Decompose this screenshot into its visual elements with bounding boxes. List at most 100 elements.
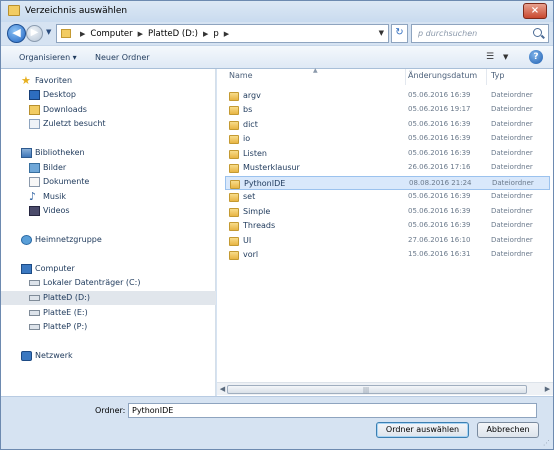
file-date: 05.06.2016 16:39 bbox=[408, 134, 471, 142]
nav-item-computer[interactable]: Computer bbox=[1, 262, 216, 276]
scroll-left-icon[interactable]: ◀ bbox=[218, 385, 227, 394]
select-folder-button[interactable]: Ordner auswählen bbox=[376, 422, 469, 438]
file-name: Simple bbox=[243, 207, 271, 216]
nav-item-drive-e[interactable]: PlatteE (E:) bbox=[1, 306, 216, 320]
file-type: Dateiordner bbox=[491, 221, 533, 229]
nav-label: Netzwerk bbox=[35, 351, 73, 360]
nav-label: Lokaler Datenträger (C:) bbox=[43, 278, 141, 287]
list-item[interactable]: UI 27.06.2016 16:10 Dateiordner bbox=[225, 234, 550, 248]
nav-item-downloads[interactable]: Downloads bbox=[1, 103, 216, 117]
window-title: Verzeichnis auswählen bbox=[25, 6, 128, 16]
file-type: Dateiordner bbox=[491, 91, 533, 99]
file-name: PythonIDE bbox=[244, 179, 286, 188]
file-date: 05.06.2016 16:39 bbox=[408, 120, 471, 128]
folder-name-field[interactable]: PythonIDE bbox=[128, 403, 537, 418]
nav-item-favorites[interactable]: ★ Favoriten bbox=[1, 74, 216, 88]
cancel-button[interactable]: Abbrechen bbox=[477, 422, 539, 438]
list-item[interactable]: argv 05.06.2016 16:39 Dateiordner bbox=[225, 89, 550, 103]
organize-button[interactable]: Organisieren ▾ bbox=[19, 53, 77, 62]
chevron-down-icon[interactable]: ▼ bbox=[503, 53, 508, 61]
chevron-right-icon[interactable]: ▶ bbox=[224, 29, 229, 40]
folder-icon bbox=[229, 92, 239, 101]
file-name: Threads bbox=[243, 221, 276, 230]
column-header-type[interactable]: Typ bbox=[491, 71, 504, 85]
new-folder-button[interactable]: Neuer Ordner bbox=[95, 53, 150, 62]
drive-icon bbox=[29, 324, 40, 330]
column-divider[interactable] bbox=[486, 69, 487, 85]
sort-ascending-icon: ▲ bbox=[313, 67, 318, 74]
breadcrumb-p[interactable]: p bbox=[213, 29, 218, 40]
nav-item-music[interactable]: ♪ Musik bbox=[1, 190, 216, 204]
list-item-selected[interactable]: PythonIDE 08.08.2016 21:24 Dateiordner bbox=[225, 176, 550, 190]
back-button[interactable]: ◀ bbox=[7, 24, 26, 43]
nav-label: PlatteP (P:) bbox=[43, 322, 88, 331]
file-name: io bbox=[243, 134, 251, 143]
drive-icon bbox=[29, 295, 40, 301]
search-icon[interactable] bbox=[533, 28, 542, 37]
file-date: 05.06.2016 19:17 bbox=[408, 105, 471, 113]
list-item[interactable]: io 05.06.2016 16:39 Dateiordner bbox=[225, 132, 550, 146]
nav-label: Downloads bbox=[43, 105, 87, 114]
nav-item-drive-p[interactable]: PlatteP (P:) bbox=[1, 320, 216, 334]
file-type: Dateiordner bbox=[491, 149, 533, 157]
folder-icon bbox=[229, 222, 239, 231]
nav-label: Videos bbox=[43, 206, 70, 215]
horizontal-scrollbar[interactable]: ◀ ||| ▶ bbox=[217, 382, 553, 395]
list-item[interactable]: Musterklausur 26.06.2016 17:16 Dateiordn… bbox=[225, 161, 550, 175]
column-header-date[interactable]: Änderungsdatum bbox=[408, 71, 477, 85]
homegroup-icon bbox=[21, 235, 32, 245]
recent-pages-dropdown[interactable]: ▼ bbox=[46, 28, 54, 38]
close-button[interactable]: × bbox=[523, 3, 547, 19]
file-type: Dateiordner bbox=[492, 179, 534, 187]
column-divider[interactable] bbox=[405, 69, 406, 85]
chevron-right-icon[interactable]: ▶ bbox=[138, 29, 143, 40]
address-bar[interactable]: ▶ Computer ▶ PlatteD (D:) ▶ p ▶ ▼ bbox=[56, 24, 389, 43]
file-type: Dateiordner bbox=[491, 236, 533, 244]
file-date: 26.06.2016 17:16 bbox=[408, 163, 471, 171]
nav-item-desktop[interactable]: Desktop bbox=[1, 88, 216, 102]
folder-icon bbox=[229, 208, 239, 217]
list-item[interactable]: Listen 05.06.2016 16:39 Dateiordner bbox=[225, 147, 550, 161]
music-icon: ♪ bbox=[29, 190, 37, 203]
file-name: UI bbox=[243, 236, 252, 245]
nav-item-pictures[interactable]: Bilder bbox=[1, 161, 216, 175]
breadcrumb-platted[interactable]: PlatteD (D:) bbox=[148, 29, 198, 40]
forward-button[interactable]: ▶ bbox=[26, 25, 43, 42]
list-item[interactable]: vorl 15.06.2016 16:31 Dateiordner bbox=[225, 248, 550, 262]
list-item[interactable]: dict 05.06.2016 16:39 Dateiordner bbox=[225, 118, 550, 132]
nav-item-drive-c[interactable]: Lokaler Datenträger (C:) bbox=[1, 276, 216, 290]
nav-item-documents[interactable]: Dokumente bbox=[1, 175, 216, 189]
search-box[interactable]: p durchsuchen bbox=[411, 24, 549, 43]
breadcrumb-computer[interactable]: Computer bbox=[90, 29, 132, 40]
nav-item-homegroup[interactable]: Heimnetzgruppe bbox=[1, 233, 216, 247]
view-options-icon[interactable]: ☰ bbox=[486, 52, 498, 62]
address-row: ◀ ▶ ▼ ▶ Computer ▶ PlatteD (D:) ▶ p ▶ ▼ … bbox=[1, 22, 553, 45]
search-input[interactable]: p durchsuchen bbox=[418, 29, 477, 38]
column-header-name[interactable]: Name bbox=[229, 71, 253, 85]
chevron-right-icon[interactable]: ▶ bbox=[80, 29, 85, 40]
nav-item-recent[interactable]: Zuletzt besucht bbox=[1, 117, 216, 131]
scrollbar-thumb[interactable]: ||| bbox=[227, 385, 527, 394]
nav-label: PlatteE (E:) bbox=[43, 308, 88, 317]
nav-item-drive-d[interactable]: PlatteD (D:) bbox=[1, 291, 216, 305]
list-item[interactable]: Threads 05.06.2016 16:39 Dateiordner bbox=[225, 219, 550, 233]
folder-icon bbox=[8, 5, 20, 16]
chevron-down-icon[interactable]: ▼ bbox=[379, 29, 384, 37]
grip-icon: ||| bbox=[363, 387, 370, 394]
file-name: dict bbox=[243, 120, 258, 129]
resize-grip-icon[interactable]: ⋰ bbox=[543, 439, 551, 447]
list-item[interactable]: bs 05.06.2016 19:17 Dateiordner bbox=[225, 103, 550, 117]
file-type: Dateiordner bbox=[491, 207, 533, 215]
list-item[interactable]: Simple 05.06.2016 16:39 Dateiordner bbox=[225, 205, 550, 219]
chevron-right-icon[interactable]: ▶ bbox=[203, 29, 208, 40]
nav-label: Favoriten bbox=[35, 76, 73, 85]
nav-item-libraries[interactable]: Bibliotheken bbox=[1, 146, 216, 160]
scroll-right-icon[interactable]: ▶ bbox=[543, 385, 552, 394]
help-icon[interactable]: ? bbox=[529, 50, 543, 64]
list-item[interactable]: set 05.06.2016 16:39 Dateiordner bbox=[225, 190, 550, 204]
documents-icon bbox=[29, 177, 40, 187]
refresh-button[interactable]: ↻ bbox=[391, 24, 408, 43]
nav-item-network[interactable]: Netzwerk bbox=[1, 349, 216, 363]
nav-item-videos[interactable]: Videos bbox=[1, 204, 216, 218]
folder-icon bbox=[229, 251, 239, 260]
